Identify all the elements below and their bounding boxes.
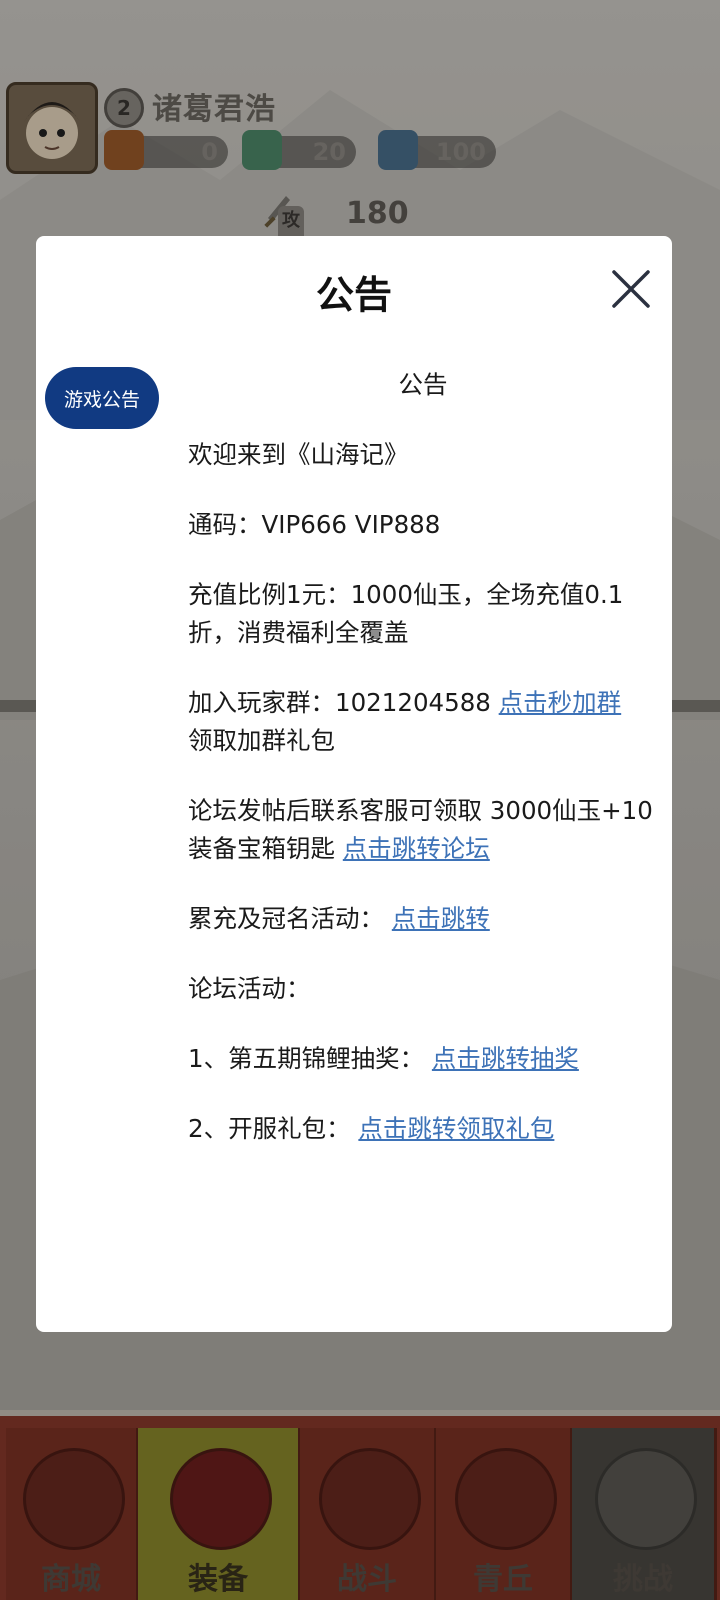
group-paragraph: 加入玩家群：1021204588 点击秒加群 领取加群礼包 bbox=[188, 684, 658, 760]
welcome-text: 欢迎来到《山海记》 bbox=[188, 440, 409, 469]
lottery-link[interactable]: 点击跳转抽奖 bbox=[432, 1044, 579, 1073]
announcement-content: 公告 欢迎来到《山海记》 通码：VIP666 VIP888 充值比例1元：100… bbox=[188, 366, 658, 1180]
modal-title: 公告 bbox=[315, 273, 392, 317]
tab-game-announcement[interactable]: 游戏公告 bbox=[45, 367, 159, 429]
announcement-modal: 公告 游戏公告 公告 欢迎来到《山海记》 通码：VIP666 VIP888 充值… bbox=[36, 236, 672, 1332]
event-paragraph: 累充及冠名活动： 点击跳转 bbox=[188, 900, 658, 938]
forum-event-title: 论坛活动： bbox=[188, 974, 311, 1003]
forum-link[interactable]: 点击跳转论坛 bbox=[343, 834, 490, 863]
forum-paragraph: 论坛发帖后联系客服可领取 3000仙玉+10装备宝箱钥匙 点击跳转论坛 bbox=[188, 792, 658, 868]
close-button[interactable] bbox=[608, 266, 654, 312]
event-text: 累充及冠名活动： bbox=[188, 904, 392, 933]
join-group-link[interactable]: 点击秒加群 bbox=[499, 688, 622, 717]
codes-text: 通码：VIP666 VIP888 bbox=[188, 510, 441, 539]
event-link[interactable]: 点击跳转 bbox=[392, 904, 490, 933]
group-gift-text: 领取加群礼包 bbox=[188, 726, 335, 755]
close-icon bbox=[612, 270, 650, 308]
gift-text: 2、开服礼包： bbox=[188, 1114, 359, 1143]
group-text: 加入玩家群：1021204588 bbox=[188, 688, 499, 717]
lottery-text: 1、第五期锦鲤抽奖： bbox=[188, 1044, 432, 1073]
gift-link[interactable]: 点击跳转领取礼包 bbox=[358, 1114, 554, 1143]
recharge-text: 充值比例1元：1000仙玉，全场充值0.1折，消费福利全覆盖 bbox=[188, 580, 624, 647]
gift-paragraph: 2、开服礼包： 点击跳转领取礼包 bbox=[188, 1110, 658, 1148]
lottery-paragraph: 1、第五期锦鲤抽奖： 点击跳转抽奖 bbox=[188, 1040, 658, 1078]
content-title: 公告 bbox=[398, 370, 448, 399]
